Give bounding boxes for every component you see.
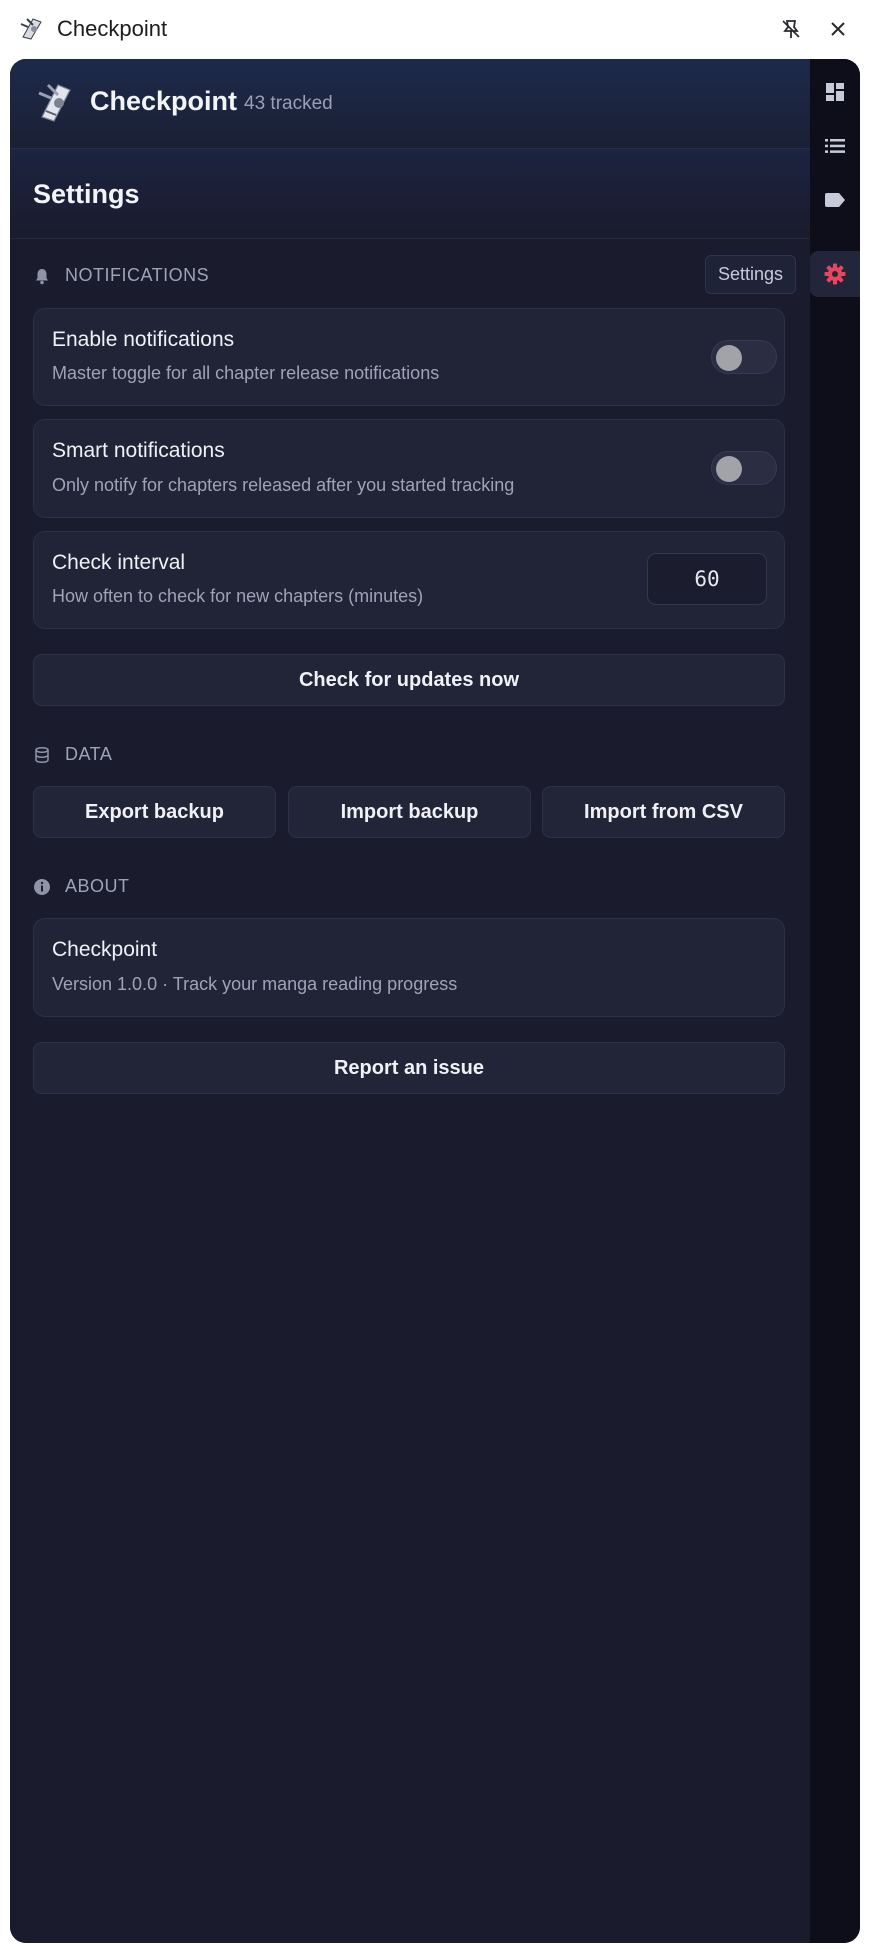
toggle-knob — [716, 456, 742, 482]
close-window-button[interactable] — [823, 14, 853, 44]
export-backup-button[interactable]: Export backup — [33, 786, 276, 838]
bell-icon — [36, 268, 48, 284]
data-section-header: DATA — [33, 744, 112, 765]
smart-notifications-toggle[interactable] — [711, 451, 777, 485]
list-icon — [825, 139, 845, 153]
enable-notifications-toggle[interactable] — [711, 340, 777, 374]
settings-tooltip: Settings — [705, 255, 797, 294]
import-backup-button[interactable]: Import backup — [288, 786, 531, 838]
smart-notifications-card: Smart notifications Only notify for chap… — [33, 419, 785, 518]
rail-dashboard-button[interactable] — [810, 69, 860, 115]
check-interval-card: Check interval How often to check for ne… — [33, 531, 785, 629]
brand-name: Checkpoint — [90, 86, 238, 116]
about-app-name: Checkpoint — [52, 938, 158, 961]
close-icon — [831, 22, 845, 36]
nav-rail — [810, 59, 860, 1943]
extension-panel: Checkpoint 43 tracked Settings NOTIFICAT… — [10, 59, 860, 1943]
check-updates-button[interactable]: Check for updates now — [33, 654, 785, 706]
settings-main: Checkpoint 43 tracked Settings NOTIFICAT… — [10, 59, 810, 1943]
report-issue-button[interactable]: Report an issue — [33, 1042, 785, 1094]
window-titlebar: Checkpoint — [0, 0, 870, 58]
about-section-header: ABOUT — [33, 876, 130, 897]
app-logo-icon — [20, 18, 42, 40]
check-interval-desc: How often to check for new chapters (min… — [52, 586, 424, 606]
rail-settings-button[interactable] — [810, 251, 860, 297]
notifications-section-header: NOTIFICATIONS — [33, 265, 209, 286]
window-title: Checkpoint — [57, 16, 168, 41]
page-title: Settings — [33, 179, 140, 209]
about-version: Version 1.0.0 · Track your manga reading… — [52, 974, 458, 994]
smart-notifications-desc: Only notify for chapters released after … — [52, 475, 515, 495]
app-header: Checkpoint 43 tracked — [10, 59, 810, 149]
rail-list-button[interactable] — [810, 123, 860, 169]
enable-notifications-desc: Master toggle for all chapter release no… — [52, 363, 440, 383]
notifications-heading: NOTIFICATIONS — [65, 265, 210, 285]
check-interval-input[interactable] — [647, 553, 767, 605]
toggle-knob — [716, 345, 742, 371]
dashboard-icon — [826, 83, 844, 101]
page-heading-bar: Settings — [10, 149, 810, 239]
enable-notifications-title: Enable notifications — [52, 328, 235, 351]
enable-notifications-card: Enable notifications Master toggle for a… — [33, 308, 785, 406]
tracked-count: 43 tracked — [244, 93, 333, 114]
about-heading: ABOUT — [65, 876, 130, 896]
check-interval-title: Check interval — [52, 551, 186, 574]
tag-icon — [825, 193, 845, 207]
rail-tags-button[interactable] — [810, 177, 860, 223]
import-csv-button[interactable]: Import from CSV — [542, 786, 785, 838]
brand-logo-icon — [38, 83, 71, 122]
smart-notifications-title: Smart notifications — [52, 439, 225, 462]
data-heading: DATA — [65, 744, 113, 764]
info-icon — [34, 878, 50, 895]
pin-off-icon — [782, 20, 800, 38]
unpin-button[interactable] — [776, 14, 806, 44]
about-card: Checkpoint Version 1.0.0 · Track your ma… — [33, 918, 785, 1017]
database-icon — [35, 746, 49, 763]
gear-icon — [824, 263, 846, 285]
